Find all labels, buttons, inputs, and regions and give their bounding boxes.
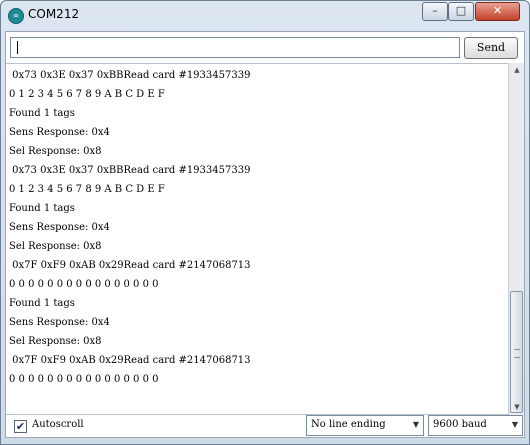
scroll-up-icon[interactable]: ▲ [510,63,524,78]
line-ending-value: No line ending [311,419,386,430]
output-line: Found 1 tags [9,203,75,214]
output-line: 0x7F 0xF9 0xAB 0x29Read card #2147068713 [9,355,251,366]
baud-rate-value: 9600 baud [433,419,487,430]
maximize-icon: □ [455,4,467,17]
autoscroll-checkbox[interactable]: ✔ [14,420,27,433]
checkmark-icon: ✔ [15,420,26,433]
arduino-infinity-icon: ∞ [8,8,24,24]
scrollbar-grip-icon [514,349,520,358]
output-line: Found 1 tags [9,298,75,309]
output-line: 0x7F 0xF9 0xAB 0x29Read card #2147068713 [9,260,251,271]
output-line: 0x73 0x3E 0x37 0xBBRead card #1933457339 [9,70,251,81]
output-line: Sens Response: 0x4 [9,222,110,233]
output-line: Sens Response: 0x4 [9,317,110,328]
close-button[interactable]: ✕ [475,2,520,21]
chevron-down-icon: ▼ [511,420,518,429]
output-line: Sel Response: 0x8 [9,146,102,157]
output-line: Sens Response: 0x4 [9,127,110,138]
send-input[interactable] [10,37,460,58]
output-line: Sel Response: 0x8 [9,241,102,252]
scrollbar-thumb[interactable] [510,291,523,413]
serial-monitor-client: Send 0x73 0x3E 0x37 0xBBRead card #19334… [5,31,525,438]
output-line: 0 0 0 0 0 0 0 0 0 0 0 0 0 0 0 0 [9,374,159,385]
window-title: COM212 [28,7,80,21]
minimize-icon: – [432,4,438,17]
close-icon: ✕ [492,4,503,17]
send-button[interactable]: Send [464,37,518,59]
vertical-scrollbar[interactable]: ▲ ▼ [508,63,524,415]
output-line: 0 0 0 0 0 0 0 0 0 0 0 0 0 0 0 0 [9,279,159,290]
title-bar[interactable]: ∞ COM212 – □ ✕ [1,1,529,30]
serial-output[interactable]: 0x73 0x3E 0x37 0xBBRead card #1933457339… [6,63,508,415]
text-caret [17,41,18,54]
minimize-button[interactable]: – [422,2,448,21]
output-line: 0 1 2 3 4 5 6 7 8 9 A B C D E F [9,89,165,100]
chevron-down-icon: ▼ [412,420,419,429]
autoscroll-label: Autoscroll [32,419,84,430]
bottom-bar: ✔ Autoscroll No line ending ▼ 9600 baud … [6,415,524,437]
output-line: 0 1 2 3 4 5 6 7 8 9 A B C D E F [9,184,165,195]
scroll-down-icon[interactable]: ▼ [510,400,524,415]
line-ending-select[interactable]: No line ending ▼ [306,415,424,436]
baud-rate-select[interactable]: 9600 baud ▼ [428,415,523,436]
maximize-button[interactable]: □ [448,2,474,21]
output-line: 0x73 0x3E 0x37 0xBBRead card #1933457339 [9,165,251,176]
output-line: Sel Response: 0x8 [9,336,102,347]
serial-monitor-window: ∞ COM212 – □ ✕ Send 0x73 0x3E 0x37 0xBBR… [0,0,530,445]
output-line: Found 1 tags [9,108,75,119]
